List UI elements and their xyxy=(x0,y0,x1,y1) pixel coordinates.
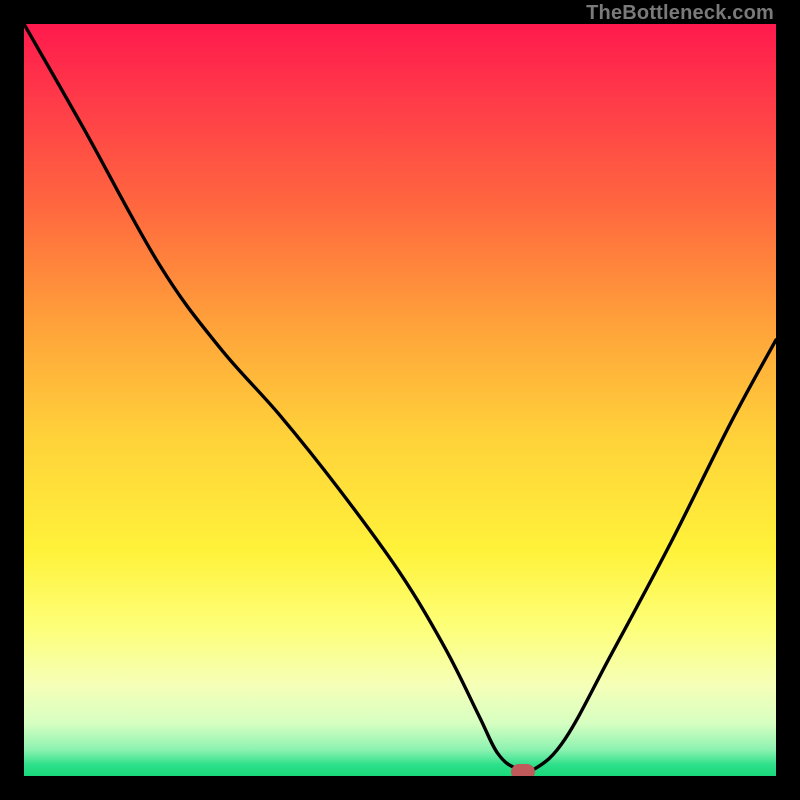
chart-frame: TheBottleneck.com xyxy=(0,0,800,800)
background-gradient xyxy=(24,24,776,776)
plot-area xyxy=(24,24,776,776)
watermark-text: TheBottleneck.com xyxy=(586,2,774,25)
